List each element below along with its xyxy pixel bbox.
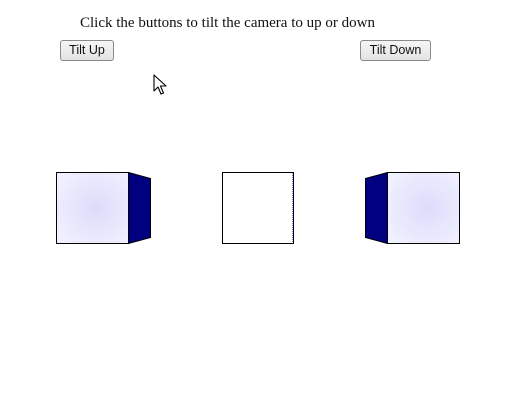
tilt-down-button[interactable]: Tilt Down <box>360 40 431 61</box>
left-cube <box>56 171 151 245</box>
center-cube-front-face <box>222 172 294 244</box>
left-cube-side-face <box>128 171 151 245</box>
right-cube-front-face <box>387 172 460 244</box>
mouse-pointer-icon <box>153 74 167 95</box>
right-cube-side-face <box>365 171 388 245</box>
instruction-text: Click the buttons to tilt the camera to … <box>80 15 375 31</box>
right-cube <box>365 171 460 245</box>
tilt-up-button[interactable]: Tilt Up <box>60 40 114 61</box>
center-cube <box>222 172 294 244</box>
left-cube-front-face <box>56 172 129 244</box>
cube-scene <box>56 171 460 245</box>
